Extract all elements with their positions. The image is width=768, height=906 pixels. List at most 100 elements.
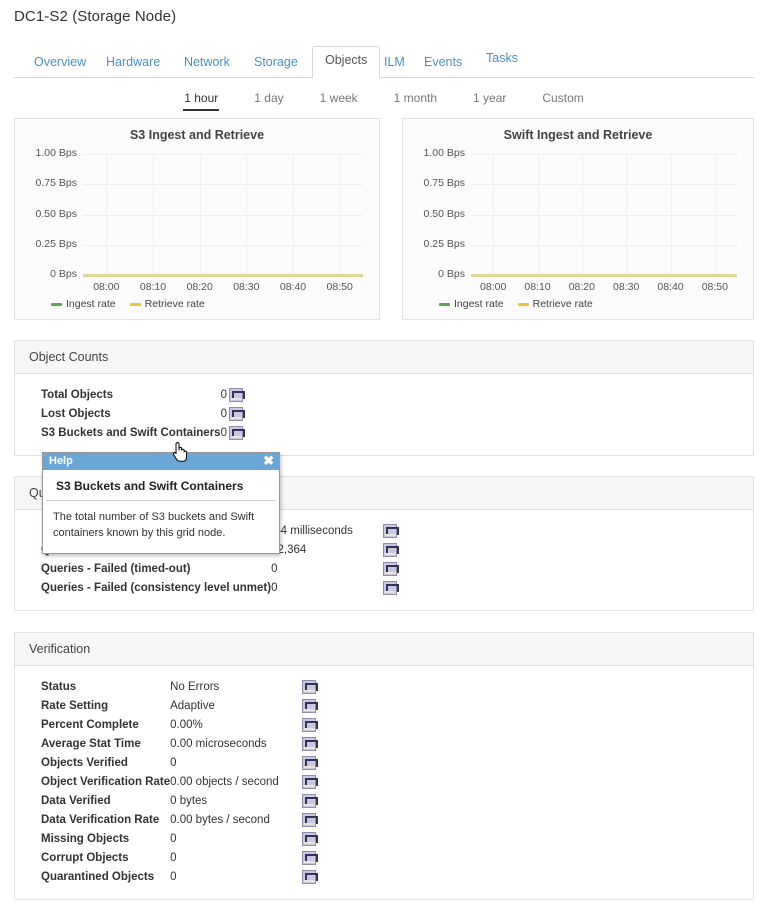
row-value: 0.00% [170, 716, 300, 735]
y-axis-tick: 0.25 Bps [403, 238, 465, 250]
row-value: 0.00 objects / second [170, 773, 300, 792]
row-chart-cell [381, 579, 403, 598]
time-range-1-year[interactable]: 1 year [472, 88, 507, 109]
tab-events[interactable]: Events [414, 48, 472, 77]
row-label: Rate Setting [41, 697, 170, 716]
chart-plot-swift: 0 Bps0.25 Bps0.50 Bps0.75 Bps1.00 Bps08:… [403, 150, 743, 275]
table-row: Missing Objects0 [41, 830, 322, 849]
chart-icon[interactable] [302, 680, 316, 694]
tab-ilm[interactable]: ILM [374, 48, 415, 77]
tab-network[interactable]: Network [174, 48, 240, 77]
row-value: 0 bytes [170, 792, 300, 811]
legend-item[interactable]: Ingest rate [439, 298, 504, 310]
series-zero-line [471, 274, 737, 277]
table-row: Data Verification Rate0.00 bytes / secon… [41, 811, 322, 830]
row-chart-cell [227, 386, 249, 405]
row-value: 0.00 bytes / second [170, 811, 300, 830]
legend-item[interactable]: Retrieve rate [518, 298, 593, 310]
row-chart-cell [381, 522, 403, 541]
tab-label: Objects [325, 53, 367, 67]
chart-icon[interactable] [302, 699, 316, 713]
legend-item[interactable]: Retrieve rate [130, 298, 205, 310]
chart-icon[interactable] [302, 832, 316, 846]
grid-line [582, 154, 583, 275]
table-row: Average Stat Time0.00 microseconds [41, 735, 322, 754]
row-label: Status [41, 678, 170, 697]
time-range-1-hour[interactable]: 1 hour [183, 88, 219, 111]
legend-label: Retrieve rate [145, 298, 205, 310]
grid-line [471, 154, 737, 155]
chart-icon[interactable] [383, 543, 397, 557]
time-range-1-week[interactable]: 1 week [319, 88, 359, 109]
object-counts-card: Object Counts Total Objects0Lost Objects… [14, 340, 754, 456]
y-axis-tick: 0 Bps [15, 268, 77, 280]
chart-icon[interactable] [229, 388, 243, 402]
help-popup-titlebar[interactable]: Help ✖ [43, 453, 279, 470]
legend-label: Ingest rate [66, 298, 116, 310]
time-range-custom[interactable]: Custom [541, 88, 584, 109]
chart-icon[interactable] [302, 775, 316, 789]
grid-line [83, 154, 363, 155]
chart-panel-swift: Swift Ingest and Retrieve0 Bps0.25 Bps0.… [402, 118, 754, 320]
legend-item[interactable]: Ingest rate [51, 298, 116, 310]
chart-icon[interactable] [302, 718, 316, 732]
row-label: Corrupt Objects [41, 849, 170, 868]
close-icon[interactable]: ✖ [263, 454, 274, 468]
row-chart-cell [300, 773, 322, 792]
chart-plot-s3: 0 Bps0.25 Bps0.50 Bps0.75 Bps1.00 Bps08:… [15, 150, 369, 275]
help-popup[interactable]: Help ✖ S3 Buckets and Swift Containers T… [42, 452, 280, 554]
table-row: Lost Objects0 [41, 405, 249, 424]
table-row: Queries - Failed (consistency level unme… [41, 579, 403, 598]
tab-label: Hardware [106, 55, 160, 69]
row-label: Lost Objects [41, 405, 221, 424]
x-axis-tick: 08:50 [320, 281, 360, 293]
chart-icon[interactable] [302, 756, 316, 770]
row-chart-cell [300, 735, 322, 754]
grid-line [340, 154, 341, 275]
tab-objects[interactable]: Objects [312, 46, 380, 79]
y-axis-tick: 0.75 Bps [403, 177, 465, 189]
chart-icon[interactable] [302, 794, 316, 808]
grid-line [200, 154, 201, 275]
tab-overview[interactable]: Overview [24, 48, 96, 77]
row-value: 0 [170, 849, 300, 868]
row-chart-cell [381, 560, 403, 579]
grid-line [246, 154, 247, 275]
chart-icon[interactable] [383, 524, 397, 538]
row-label: Quarantined Objects [41, 868, 170, 887]
chart-icon[interactable] [302, 813, 316, 827]
y-axis-tick: 1.00 Bps [403, 147, 465, 159]
table-row: Quarantined Objects0 [41, 868, 322, 887]
legend-swatch-icon [439, 303, 450, 306]
chart-icon[interactable] [383, 562, 397, 576]
tab-tasks[interactable]: Tasks [476, 44, 528, 73]
chart-icon[interactable] [383, 581, 397, 595]
grid-line [83, 245, 363, 246]
legend-swatch-icon [518, 303, 529, 306]
chart-icon[interactable] [229, 426, 243, 440]
time-range-1-day[interactable]: 1 day [253, 88, 284, 109]
time-range-1-month[interactable]: 1 month [393, 88, 438, 109]
tab-hardware[interactable]: Hardware [96, 48, 170, 77]
row-label: Objects Verified [41, 754, 170, 773]
chart-icon[interactable] [302, 870, 316, 884]
grid-line [293, 154, 294, 275]
page-title: DC1-S2 (Storage Node) [14, 8, 176, 25]
verification-table: StatusNo ErrorsRate SettingAdaptivePerce… [41, 678, 322, 887]
chart-icon[interactable] [302, 851, 316, 865]
chart-icon[interactable] [302, 737, 316, 751]
row-value: 0 [271, 560, 381, 579]
chart-icon[interactable] [229, 407, 243, 421]
tab-storage[interactable]: Storage [244, 48, 308, 77]
row-value: 12,364 [271, 541, 381, 560]
grid-line [715, 154, 716, 275]
legend-swatch-icon [130, 303, 141, 306]
table-row: Percent Complete0.00% [41, 716, 322, 735]
y-axis-tick: 0.50 Bps [15, 208, 77, 220]
x-axis-tick: 08:10 [133, 281, 173, 293]
row-label: Average Stat Time [41, 735, 170, 754]
table-row: Data Verified0 bytes [41, 792, 322, 811]
row-value: No Errors [170, 678, 300, 697]
row-label: S3 Buckets and Swift Containers [41, 424, 221, 443]
help-popup-window-label: Help [49, 455, 73, 467]
